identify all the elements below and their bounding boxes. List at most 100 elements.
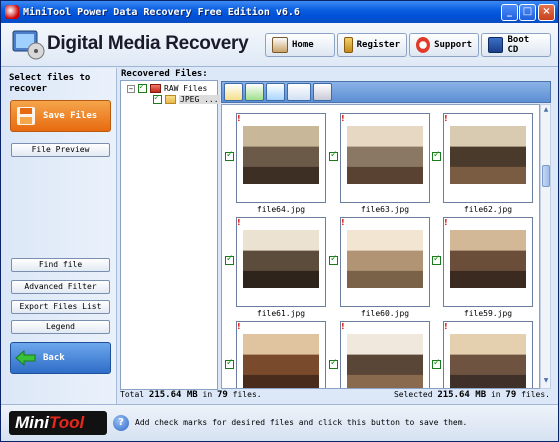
tree-checkbox[interactable] xyxy=(138,82,147,93)
advanced-filter-button[interactable]: Advanced Filter xyxy=(11,280,110,294)
selected-status: Selected 215.64 MB in 79 files. xyxy=(393,390,550,400)
boot-cd-button[interactable]: Boot CD xyxy=(481,33,551,57)
photo-preview xyxy=(450,126,526,184)
photo-preview xyxy=(450,334,526,388)
thumbnail-frame[interactable] xyxy=(340,321,430,388)
thumbnail-frame[interactable] xyxy=(236,217,326,307)
back-button[interactable]: Back xyxy=(10,342,111,374)
close-button[interactable]: × xyxy=(538,4,555,21)
up-folder-icon[interactable] xyxy=(224,83,243,101)
photo-preview xyxy=(347,230,423,288)
export-files-list-button[interactable]: Export Files List xyxy=(11,300,110,314)
thumbnail-frame[interactable] xyxy=(340,113,430,203)
app-icon xyxy=(5,5,19,19)
add-icon[interactable] xyxy=(245,83,264,101)
home-button[interactable]: Home xyxy=(265,33,335,57)
home-icon xyxy=(272,37,288,53)
tree-checkbox[interactable] xyxy=(153,93,162,104)
scroll-down-icon[interactable]: ▼ xyxy=(542,377,550,387)
file-thumbnail[interactable]: !file64.jpg xyxy=(222,105,326,214)
file-thumbnail[interactable]: !file63.jpg xyxy=(326,105,430,214)
maximize-button[interactable]: □ xyxy=(519,4,536,21)
minimize-button[interactable]: _ xyxy=(501,4,518,21)
photo-preview xyxy=(243,126,319,184)
bottom-bar: MiniTool ? Add check marks for desired f… xyxy=(1,404,558,441)
header: Digital Media Recovery Home Register Sup… xyxy=(1,23,558,67)
minitool-logo: MiniTool xyxy=(9,411,107,435)
view-options-icon[interactable] xyxy=(287,83,311,101)
file-preview-button[interactable]: File Preview xyxy=(11,143,110,157)
total-status: Total 215.64 MB in 79 files. xyxy=(120,390,262,400)
thumbnail-frame[interactable] xyxy=(236,113,326,203)
folder-tree[interactable]: − RAW Files JPEG ... xyxy=(120,80,220,390)
file-thumbnail[interactable]: !file58.jpg xyxy=(222,313,326,388)
photo-preview xyxy=(243,334,319,388)
file-checkbox[interactable] xyxy=(432,150,441,161)
file-checkbox[interactable] xyxy=(329,150,338,161)
file-thumbnail[interactable]: !file57.jpg xyxy=(326,313,430,388)
left-panel: Select files to recover Save Files File … xyxy=(1,68,117,404)
thumbnail-view-icon[interactable] xyxy=(266,83,285,101)
back-arrow-icon xyxy=(15,350,36,366)
thumbnail-frame[interactable] xyxy=(443,113,533,203)
help-icon[interactable]: ? xyxy=(113,415,129,431)
file-thumbnail[interactable]: !file60.jpg xyxy=(326,209,430,318)
photo-preview xyxy=(450,230,526,288)
file-thumbnail[interactable]: !file62.jpg xyxy=(429,105,533,214)
recovery-status-icon: ! xyxy=(341,218,345,227)
preview-icon[interactable] xyxy=(313,83,332,101)
file-checkbox[interactable] xyxy=(329,254,338,265)
scroll-up-icon[interactable]: ▲ xyxy=(542,106,550,116)
register-button[interactable]: Register xyxy=(337,33,407,57)
recovery-status-icon: ! xyxy=(341,322,345,331)
title-bar[interactable]: MiniTool Power Data Recovery Free Editio… xyxy=(1,1,558,23)
file-checkbox[interactable] xyxy=(432,358,441,369)
legend-button[interactable]: Legend xyxy=(11,320,110,334)
collapse-icon[interactable]: − xyxy=(127,84,135,93)
file-checkbox[interactable] xyxy=(225,150,234,161)
file-thumbnail[interactable]: !file61.jpg xyxy=(222,209,326,318)
thumbnail-frame[interactable] xyxy=(443,321,533,388)
recovery-status-icon: ! xyxy=(444,322,448,331)
tree-item-raw-files[interactable]: − RAW Files xyxy=(127,82,207,93)
thumbnail-frame[interactable] xyxy=(443,217,533,307)
file-checkbox[interactable] xyxy=(225,358,234,369)
recovery-status-icon: ! xyxy=(237,322,241,331)
photo-preview xyxy=(243,230,319,288)
recovered-files-label: Recovered Files: xyxy=(121,69,208,79)
tree-item-jpeg[interactable]: JPEG ... xyxy=(153,93,220,104)
folder-icon xyxy=(150,84,161,93)
thumbnail-grid[interactable]: !file64.jpg!file63.jpg!file62.jpg !file61… xyxy=(221,104,540,389)
recovery-status-icon: ! xyxy=(237,114,241,123)
recovery-status-icon: ! xyxy=(341,114,345,123)
save-files-button[interactable]: Save Files xyxy=(10,100,111,132)
file-checkbox[interactable] xyxy=(225,254,234,265)
hint-text: Add check marks for desired files and cl… xyxy=(135,418,468,427)
file-thumbnail[interactable]: !file56.jpg xyxy=(429,313,533,388)
support-icon xyxy=(416,37,431,53)
scrollbar-thumb[interactable] xyxy=(542,165,550,187)
file-checkbox[interactable] xyxy=(329,358,338,369)
product-title: Digital Media Recovery xyxy=(47,33,249,54)
photo-preview xyxy=(347,126,423,184)
recovery-status-icon: ! xyxy=(444,218,448,227)
folder-icon xyxy=(165,95,176,104)
register-icon xyxy=(344,37,353,53)
boot-cd-icon xyxy=(488,37,504,53)
status-bar: Total 215.64 MB in 79 files. Selected 21… xyxy=(120,390,552,402)
find-file-button[interactable]: Find file xyxy=(11,258,110,272)
file-thumbnail[interactable]: !file59.jpg xyxy=(429,209,533,318)
file-checkbox[interactable] xyxy=(432,254,441,265)
photo-preview xyxy=(347,334,423,388)
support-button[interactable]: Support xyxy=(409,33,479,57)
recovery-status-icon: ! xyxy=(444,114,448,123)
window-title: MiniTool Power Data Recovery Free Editio… xyxy=(23,6,300,18)
recovery-status-icon: ! xyxy=(237,218,241,227)
media-logo-icon xyxy=(12,30,45,60)
app-window: MiniTool Power Data Recovery Free Editio… xyxy=(0,0,559,442)
thumbnail-frame[interactable] xyxy=(340,217,430,307)
select-files-heading: Select files to recover xyxy=(9,73,91,94)
vertical-scrollbar[interactable]: ▲ ▼ xyxy=(540,104,551,389)
save-icon xyxy=(17,107,35,125)
thumbnail-frame[interactable] xyxy=(236,321,326,388)
